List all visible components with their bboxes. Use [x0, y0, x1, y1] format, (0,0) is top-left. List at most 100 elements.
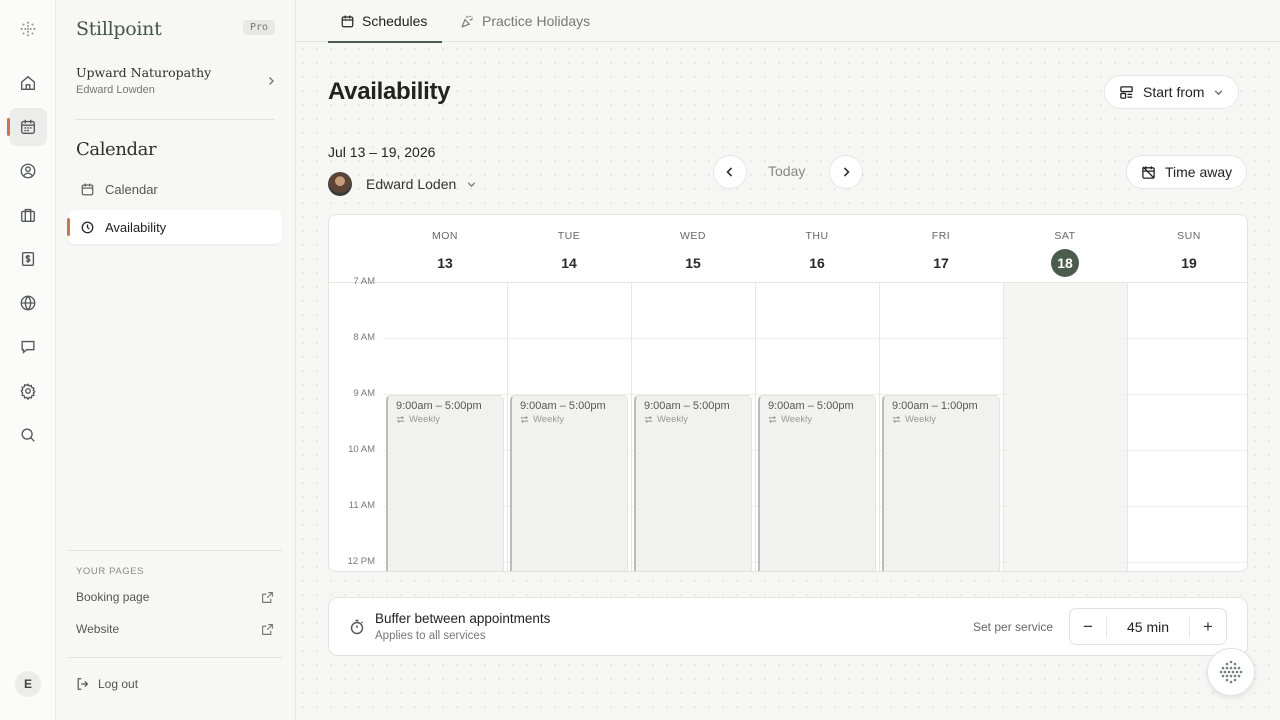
page-title: Availability — [328, 78, 451, 105]
availability-block[interactable]: 9:00am – 5:00pm Weekly — [510, 395, 628, 571]
rail-clients-button[interactable] — [9, 152, 47, 190]
tab-practice-holidays[interactable]: Practice Holidays — [448, 0, 602, 42]
day-column-divider — [507, 283, 508, 571]
user-circle-icon — [20, 163, 36, 179]
start-from-label: Start from — [1143, 84, 1205, 100]
day-header-sun: SUN 19 — [1127, 215, 1247, 283]
availability-block[interactable]: 9:00am – 1:00pm Weekly — [882, 395, 1000, 571]
calendar-off-icon — [1142, 165, 1155, 179]
sidebar-item-label: Calendar — [105, 181, 158, 197]
practice-name: Upward Naturopathy — [76, 65, 212, 80]
calendar-header: MON 13 TUE 14 WED 15 THU 16 FRI 17 SAT 18 SUN 19 — [329, 215, 1247, 283]
buffer-value: 45 min — [1106, 615, 1190, 638]
time-away-label: Time away — [1165, 164, 1233, 180]
party-popper-icon — [461, 15, 473, 28]
website-link[interactable]: Website — [76, 622, 274, 636]
previous-week-button[interactable] — [713, 155, 747, 189]
hour-gridline — [383, 338, 1247, 339]
day-number: 15 — [685, 255, 701, 271]
chevron-left-icon — [726, 167, 733, 177]
external-link-icon — [262, 591, 273, 603]
rail-messages-button[interactable] — [9, 328, 47, 366]
repeat-icon — [644, 415, 653, 424]
day-name: TUE — [557, 230, 581, 242]
increase-buffer-button[interactable]: + — [1190, 609, 1226, 644]
availability-block[interactable]: 9:00am – 5:00pm Weekly — [634, 395, 752, 571]
plan-badge: Pro — [243, 20, 276, 35]
gear-icon — [20, 383, 36, 400]
pages-section-label: YOUR PAGES — [76, 566, 145, 577]
hour-label: 11 AM — [348, 500, 375, 511]
sidebar: Stillpoint Pro Upward Naturopathy Edward… — [56, 0, 296, 720]
recurrence-label: Weekly — [533, 414, 564, 425]
hour-label: 9 AM — [353, 388, 375, 399]
logout-button[interactable]: Log out — [76, 677, 138, 691]
repeat-icon — [520, 415, 529, 424]
practitioner-selector[interactable]: Edward Loden — [328, 172, 477, 196]
today-button[interactable]: Today — [768, 163, 805, 179]
rail-billing-button[interactable] — [9, 240, 47, 278]
day-number: 17 — [933, 255, 949, 271]
sidebar-item-calendar[interactable]: Calendar — [68, 172, 282, 206]
calendar-body: 7 AM 8 AM 9 AM 10 AM 11 AM 12 PM 9:00am – 5:00… — [329, 276, 1247, 571]
sidebar-item-availability[interactable]: Availability — [67, 210, 282, 244]
app-logo-icon[interactable] — [9, 10, 47, 48]
next-week-button[interactable] — [829, 155, 863, 189]
buffer-title: Buffer between appointments — [375, 611, 551, 626]
chevron-down-icon — [1215, 89, 1223, 95]
sidebar-divider — [68, 550, 282, 551]
day-header-tue: TUE 14 — [507, 215, 631, 283]
search-icon — [21, 428, 35, 442]
start-from-button[interactable]: Start from — [1104, 75, 1240, 109]
rail-home-button[interactable] — [9, 64, 47, 102]
recurrence-label: Weekly — [409, 414, 440, 425]
rail-search-button[interactable] — [9, 416, 47, 454]
help-button[interactable] — [1207, 648, 1255, 696]
sidebar-section-title: Calendar — [76, 139, 157, 160]
calendar-icon — [341, 15, 354, 27]
calendar-icon — [21, 119, 35, 134]
availability-block[interactable]: 9:00am – 5:00pm Weekly — [758, 395, 876, 571]
repeat-icon — [892, 415, 901, 424]
availability-recurrence: Weekly — [892, 414, 991, 425]
week-date-range: Jul 13 – 19, 2026 — [328, 144, 436, 160]
user-avatar[interactable]: E — [15, 671, 41, 697]
availability-recurrence: Weekly — [768, 414, 867, 425]
rail-calendar-button[interactable] — [7, 108, 47, 146]
day-name: SUN — [1177, 230, 1201, 242]
main-content: Schedules Practice Holidays Availability… — [296, 0, 1280, 720]
hour-label: 8 AM — [353, 332, 375, 343]
booking-page-link[interactable]: Booking page — [76, 590, 274, 604]
template-icon — [1120, 85, 1133, 99]
set-per-service-link[interactable]: Set per service — [973, 620, 1053, 634]
stopwatch-icon — [350, 619, 364, 635]
icon-rail: E — [0, 0, 56, 720]
day-header-mon: MON 13 — [383, 215, 507, 283]
availability-time: 9:00am – 5:00pm — [396, 400, 482, 412]
recurrence-label: Weekly — [781, 414, 812, 425]
time-away-button[interactable]: Time away — [1126, 155, 1248, 189]
week-calendar: MON 13 TUE 14 WED 15 THU 16 FRI 17 SAT 18 SUN 19 7 AM… — [328, 214, 1248, 572]
rail-services-button[interactable] — [9, 196, 47, 234]
practice-owner: Edward Lowden — [76, 84, 155, 96]
decrease-buffer-button[interactable]: − — [1070, 609, 1106, 644]
hour-label: 12 PM — [347, 556, 375, 567]
chevron-right-icon — [843, 167, 850, 177]
day-number: 13 — [437, 255, 453, 271]
availability-block[interactable]: 9:00am – 5:00pm Weekly — [386, 395, 504, 571]
day-header-thu: THU 16 — [755, 215, 879, 283]
availability-recurrence: Weekly — [644, 414, 743, 425]
rail-website-button[interactable] — [9, 284, 47, 322]
practitioner-name: Edward Loden — [366, 176, 457, 192]
rail-settings-button[interactable] — [9, 372, 47, 410]
day-header-sat: SAT 18 — [1003, 215, 1127, 283]
practice-switcher[interactable]: Upward Naturopathy Edward Lowden — [76, 65, 276, 101]
recurrence-label: Weekly — [905, 414, 936, 425]
globe-icon — [20, 295, 36, 311]
repeat-icon — [396, 415, 405, 424]
tab-schedules[interactable]: Schedules — [328, 0, 442, 43]
chevron-down-icon — [467, 181, 476, 187]
sidebar-item-label: Availability — [105, 219, 167, 235]
day-column-divider — [1003, 283, 1004, 571]
external-link-icon — [262, 623, 273, 635]
